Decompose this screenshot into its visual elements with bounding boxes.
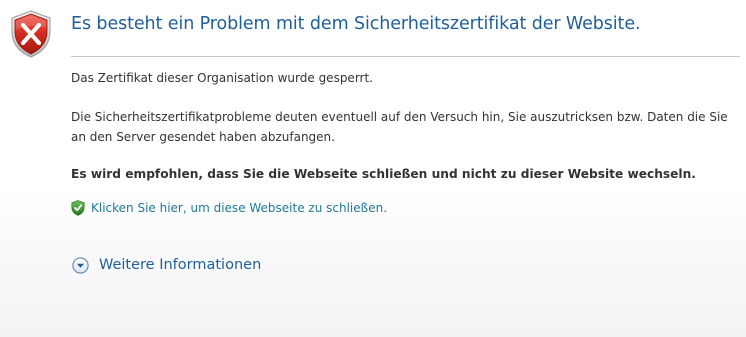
error-shield-icon (11, 10, 51, 58)
green-shield-check-icon (71, 200, 85, 216)
title-divider (71, 56, 740, 57)
more-info-toggle[interactable]: Weitere Informationen (72, 254, 261, 276)
close-page-link-row[interactable]: Klicken Sie hier, um diese Webseite zu s… (71, 198, 387, 218)
more-info-label[interactable]: Weitere Informationen (99, 257, 261, 273)
close-page-link[interactable]: Klicken Sie hier, um diese Webseite zu s… (91, 201, 387, 215)
revoked-message: Das Zertifikat dieser Organisation wurde… (71, 71, 373, 85)
chevron-down-circle-icon[interactable] (72, 256, 89, 274)
page-title: Es besteht ein Problem mit dem Sicherhei… (71, 14, 641, 34)
recommendation-text: Es wird empfohlen, dass Sie die Webseite… (71, 167, 696, 181)
warning-message: Die Sicherheitszertifikatprobleme deuten… (71, 110, 728, 144)
